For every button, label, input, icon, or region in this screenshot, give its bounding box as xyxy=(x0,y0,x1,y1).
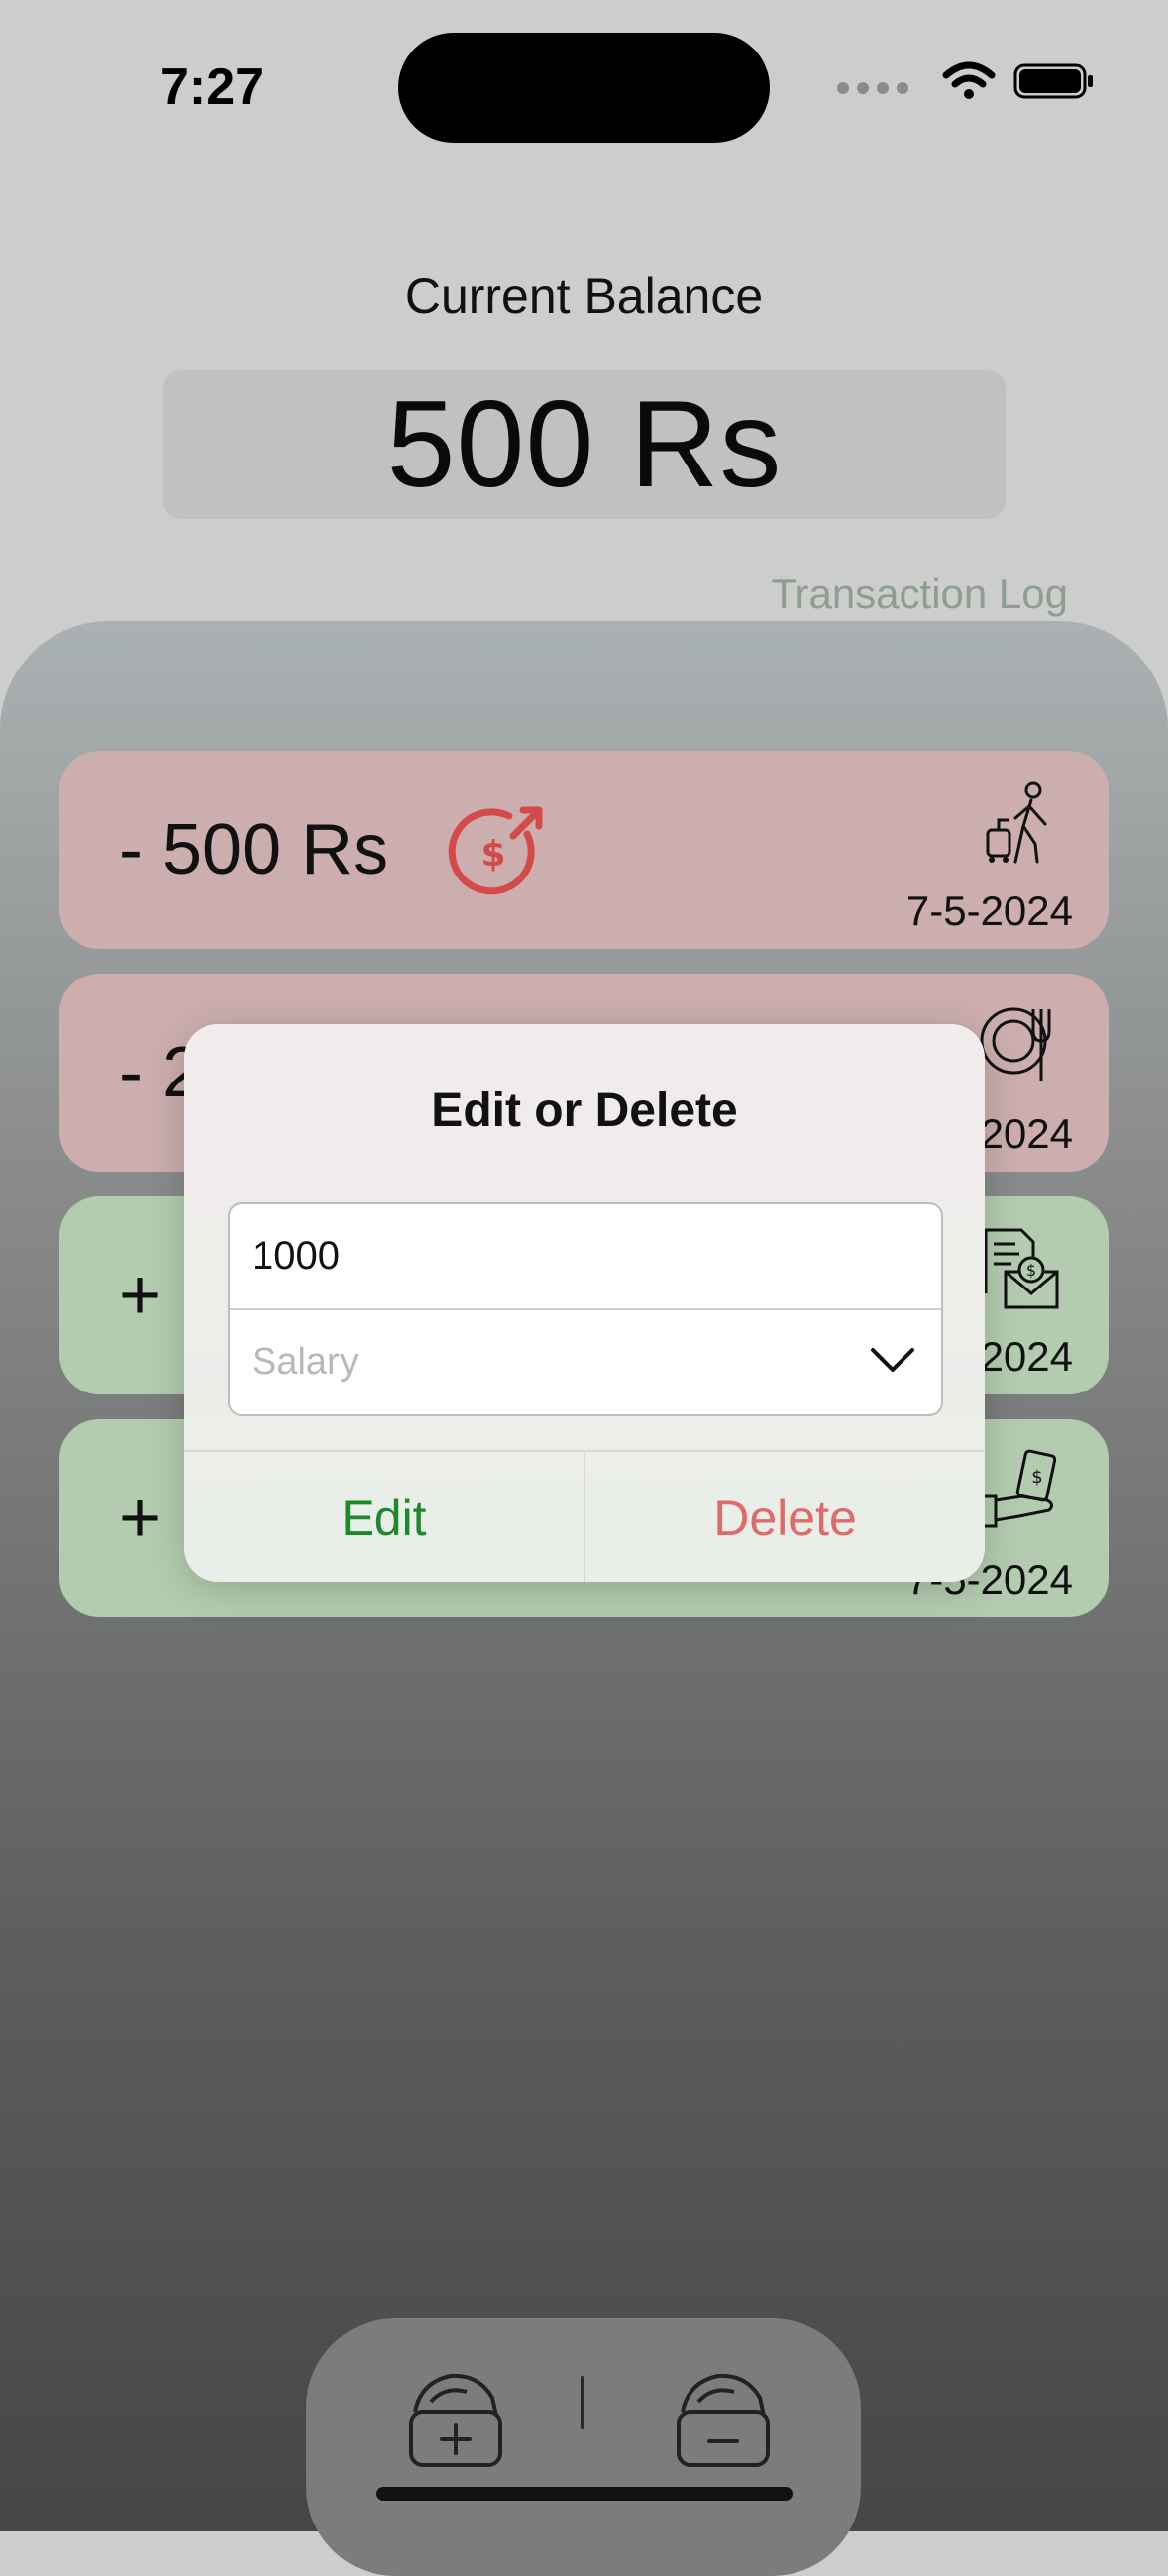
dining-icon xyxy=(980,1007,1051,1081)
transaction-amount: + xyxy=(119,1479,161,1558)
status-icons xyxy=(837,61,1095,101)
svg-text:$: $ xyxy=(1026,1261,1036,1280)
category-placeholder: Salary xyxy=(252,1341,359,1383)
dialog-title: Edit or Delete xyxy=(431,1084,738,1137)
cash-in-hand-icon: $ xyxy=(980,1449,1057,1528)
balance-label: Current Balance xyxy=(404,268,764,324)
balance-value: 500 Rs xyxy=(386,376,783,513)
svg-text:$: $ xyxy=(480,834,505,875)
transaction-log-link[interactable]: Transaction Log xyxy=(771,570,1068,618)
send-money-icon: $ xyxy=(448,806,543,895)
salary-envelope-icon: $ xyxy=(984,1228,1059,1309)
transaction-date: 7-5-2024 xyxy=(905,887,1073,934)
edit-delete-dialog: Edit or Delete Salary Edit Delete xyxy=(184,1024,985,1582)
transaction-date: 2024 xyxy=(980,1333,1073,1380)
svg-text:$: $ xyxy=(1031,1467,1042,1488)
dialog-fields: Salary xyxy=(228,1202,943,1416)
transaction-amount: - 500 Rs xyxy=(119,810,389,889)
transaction-amount: + xyxy=(119,1256,161,1335)
bottom-bar-divider xyxy=(581,2376,584,2429)
battery-icon xyxy=(1013,63,1093,99)
wallet-add-icon[interactable] xyxy=(401,2362,510,2471)
signal-dots-icon xyxy=(837,82,908,94)
dynamic-island xyxy=(398,33,770,143)
transaction-date: 2024 xyxy=(980,1110,1073,1157)
category-select[interactable]: Salary xyxy=(230,1310,941,1414)
wallet-remove-icon[interactable] xyxy=(669,2362,778,2471)
home-indicator[interactable] xyxy=(376,2487,793,2501)
chevron-down-icon xyxy=(871,1348,914,1372)
edit-button[interactable]: Edit xyxy=(184,1452,585,1582)
dialog-actions: Edit Delete xyxy=(184,1450,985,1582)
transaction-card[interactable]: - 500 Rs $ 7-5-2024 xyxy=(59,751,1109,949)
balance-box: 500 Rs xyxy=(163,370,1006,519)
travel-icon xyxy=(986,781,1047,864)
amount-input[interactable] xyxy=(230,1204,941,1308)
wifi-icon xyxy=(942,61,996,99)
delete-button[interactable]: Delete xyxy=(585,1452,985,1582)
status-time: 7:27 xyxy=(160,58,265,116)
bottom-action-bar xyxy=(306,2318,861,2576)
